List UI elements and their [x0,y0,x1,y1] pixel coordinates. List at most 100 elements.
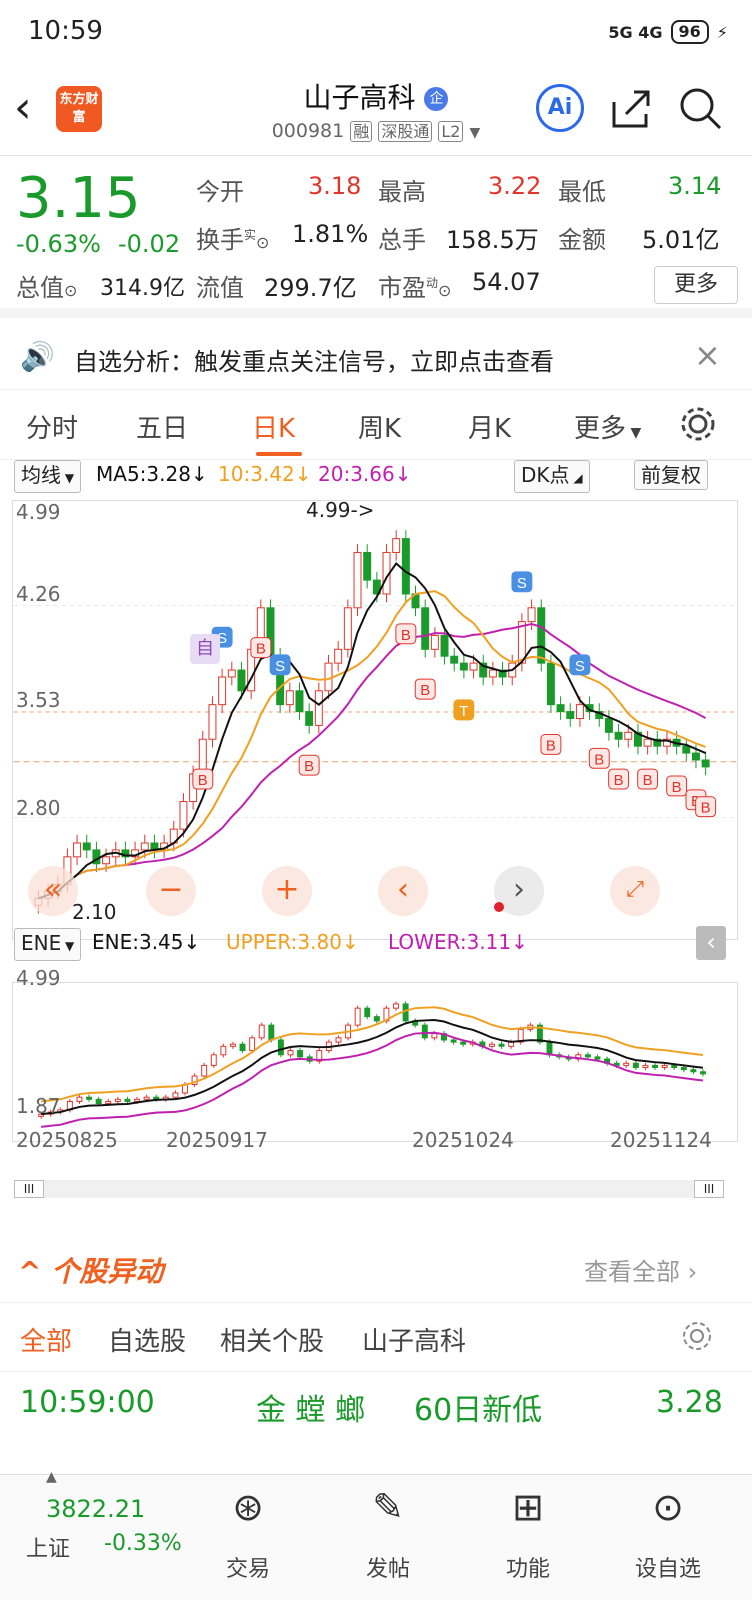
candle-body [227,669,236,678]
candle-body [134,1098,140,1102]
nav-function[interactable]: 功能 [478,1551,578,1583]
candle-body [700,1071,706,1075]
prev-icon[interactable]: ‹ [378,866,428,916]
low-annotation: 2.10 [72,900,117,924]
candle-body [218,676,227,706]
zoom-out-icon[interactable]: − [146,866,196,916]
signal-marker-label: B [304,758,314,775]
dropdown-icon[interactable]: ▼ [470,125,481,141]
nav-post[interactable]: 发帖 [338,1551,438,1583]
subtab-all[interactable]: 全部 [20,1321,72,1358]
candle-body [682,745,691,754]
section-header: ^ 个股异动 查看全部 › [0,1240,752,1300]
mktcap-label: 总值⊙ [16,274,78,302]
signal-marker-label: B [401,627,411,644]
zoom-in-icon[interactable]: + [262,866,312,916]
search-icon[interactable] [678,86,724,132]
candle-body [237,669,246,692]
candle-body [421,607,430,650]
float-value: 299.7亿 [264,274,357,302]
more-button[interactable]: 更多 [654,266,738,304]
range-scrollbar[interactable]: III III [14,1180,724,1198]
tab-intraday[interactable]: 分时 [26,408,78,445]
candle-body [537,607,546,664]
amount-label: 金额 [558,226,606,254]
subtab-watchlist[interactable]: 自选股 [108,1321,186,1358]
tab-daily-k[interactable]: 日K [252,408,295,445]
subtab-related[interactable]: 相关个股 [220,1321,324,1358]
alert-text: 自选分析：触发重点关注信号，立即点击查看 [74,348,554,376]
candle-body [450,655,459,664]
add-watch-icon[interactable]: ⊙ [618,1485,718,1529]
function-icon[interactable]: ⊞ [478,1485,578,1529]
indicator-select[interactable]: 均线 ▼ [14,460,82,493]
expand-icon[interactable]: ▲ [46,1469,57,1485]
trade-icon[interactable]: ⊛ [198,1485,298,1529]
candle-body [335,1037,342,1043]
collapse-icon[interactable]: ‹ [696,926,726,960]
ene-chart[interactable] [12,982,738,1142]
ene-select[interactable]: ENE ▼ [14,928,82,961]
share-icon[interactable] [610,86,654,130]
candle-body [95,1098,102,1105]
x-label-3: 20251024 [412,1128,514,1152]
low-label: 最低 [558,178,606,206]
tab-monthly-k[interactable]: 月K [468,408,511,445]
signal-marker-label: T [459,703,468,720]
tag-connect: 深股通 [378,121,433,142]
tab-five-day[interactable]: 五日 [136,408,188,445]
candle-body [172,1092,179,1098]
candle-body [632,1062,639,1069]
range-handle-right[interactable]: III [694,1180,724,1198]
candle-body [305,711,314,726]
range-handle-left[interactable]: III [14,1180,44,1198]
filter-settings-icon[interactable] [680,1319,714,1353]
movement-row[interactable]: 10:59:00 金 螳 螂 60日新低 3.28 [0,1385,752,1455]
change-pct: -0.63% [16,230,101,258]
candle-body [469,662,478,671]
close-icon[interactable]: × [694,336,721,374]
candle-body [680,1067,687,1071]
candle-body [546,662,555,706]
candle-body [652,1064,658,1069]
fold-icon[interactable]: « [28,866,78,916]
nav-add-watch[interactable]: 设自选 [618,1551,718,1583]
candle-body [575,704,584,719]
event-type: 金 螳 螂 [256,1393,366,1428]
post-icon[interactable]: ✎ [338,1485,438,1529]
ene-toolbar: ENE ▼ ENE:3.45↓ UPPER:3.80↓ LOWER:3.11↓ … [14,926,744,961]
ene-candles [38,1001,706,1119]
subtab-stock[interactable]: 山子高科 [362,1321,466,1358]
y-label-3: 3.53 [16,688,61,712]
candle-body [354,1007,361,1026]
ene-mid-line [41,1019,704,1116]
candle-body [623,1062,630,1066]
fullscreen-icon[interactable]: ⤢ [610,866,660,916]
settings-icon[interactable] [678,404,718,444]
tab-weekly-k[interactable]: 周K [358,408,401,445]
signal-marker-label: B [256,641,266,658]
candle-body [210,1054,217,1066]
turnover-value: 1.81% [292,220,369,248]
adjust-button[interactable]: 前复权 [634,460,708,490]
ai-button[interactable]: Ai [536,84,584,132]
dk-button[interactable]: DK点 ◢ [514,460,590,493]
candle-body [102,856,111,865]
y-label-4: 2.80 [16,796,61,820]
enterprise-badge: 企 [424,87,449,111]
open-value: 3.18 [308,172,362,200]
quote-panel: 3.15 -0.63% -0.02 今开 3.18 最高 3.22 最低 3.1… [0,156,752,318]
candle-body [624,731,633,740]
signal-marker-label: B [643,772,653,789]
signal-marker-label: B [614,772,624,789]
status-bar: 10:59 5G 4G 96 ⚡ [0,0,752,66]
view-all-link[interactable]: 查看全部 › [584,1252,697,1287]
candle-body [208,704,217,740]
last-price: 3.15 [16,166,141,231]
candle-body [249,1037,256,1052]
alert-banner[interactable]: 🔊 自选分析：触发重点关注信号，立即点击查看 × [0,328,752,390]
tab-more[interactable]: 更多 ▼ [574,408,641,445]
candle-body [440,634,449,657]
nav-trade[interactable]: 交易 [198,1551,298,1583]
candle-body [124,1098,131,1102]
